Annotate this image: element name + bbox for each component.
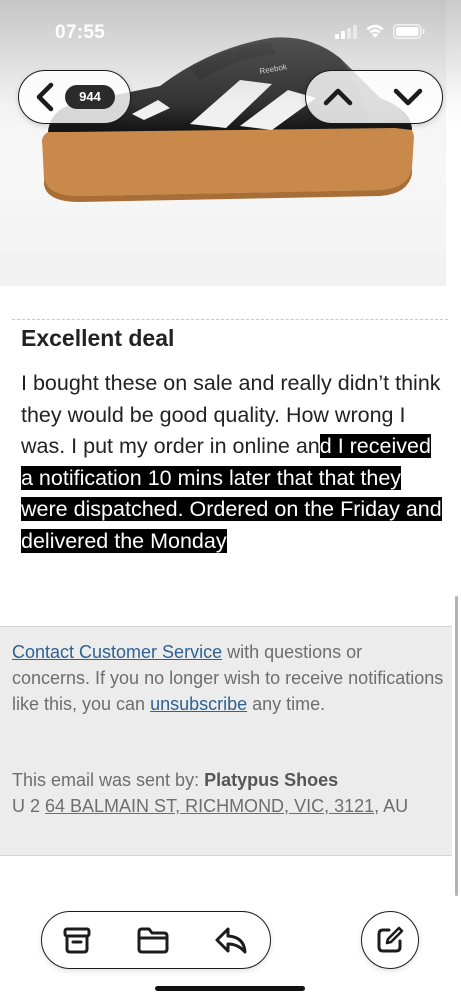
unsubscribe-link[interactable]: unsubscribe xyxy=(150,694,247,714)
home-indicator[interactable] xyxy=(155,986,305,991)
chevron-down-icon[interactable] xyxy=(392,83,424,111)
status-bar: 07:55 xyxy=(0,0,461,66)
reply-icon[interactable] xyxy=(214,925,248,955)
status-time: 07:55 xyxy=(55,22,106,43)
battery-icon xyxy=(393,24,425,39)
folder-icon[interactable] xyxy=(136,925,170,955)
wifi-icon xyxy=(366,24,384,38)
sender-name: Platypus Shoes xyxy=(204,770,339,790)
sent-by-label: This email was sent by: xyxy=(12,770,205,790)
archive-icon[interactable] xyxy=(62,925,92,955)
bottom-toolbar xyxy=(41,911,271,969)
message-navigation xyxy=(305,70,443,124)
contact-customer-service-link[interactable]: Contact Customer Service xyxy=(12,642,222,662)
compose-icon xyxy=(377,926,404,953)
signal-icon xyxy=(335,24,357,39)
chevron-left-icon xyxy=(36,82,54,112)
email-footer: Contact Customer Service with questions … xyxy=(0,626,452,856)
review-body: I bought these on sale and really didn’t… xyxy=(21,368,446,557)
sender-info: This email was sent by: Platypus Shoes U … xyxy=(12,767,452,819)
footer-notice-end: any time. xyxy=(247,694,326,714)
address-prefix: U 2 xyxy=(12,796,46,816)
compose-button[interactable] xyxy=(361,911,419,969)
sender-address-link[interactable]: 64 BALMAIN ST, RICHMOND, VIC, 3121 xyxy=(45,796,374,816)
unread-count-badge: 944 xyxy=(65,85,115,109)
scrollbar[interactable] xyxy=(455,596,458,896)
email-screen: Reebok 07:55 xyxy=(0,0,461,1000)
section-divider xyxy=(12,319,448,320)
back-button[interactable]: 944 xyxy=(18,70,131,124)
footer-notice: Contact Customer Service with questions … xyxy=(12,639,444,717)
chevron-up-icon[interactable] xyxy=(322,83,354,111)
address-suffix: , AU xyxy=(374,796,409,816)
review-title: Excellent deal xyxy=(21,325,175,351)
